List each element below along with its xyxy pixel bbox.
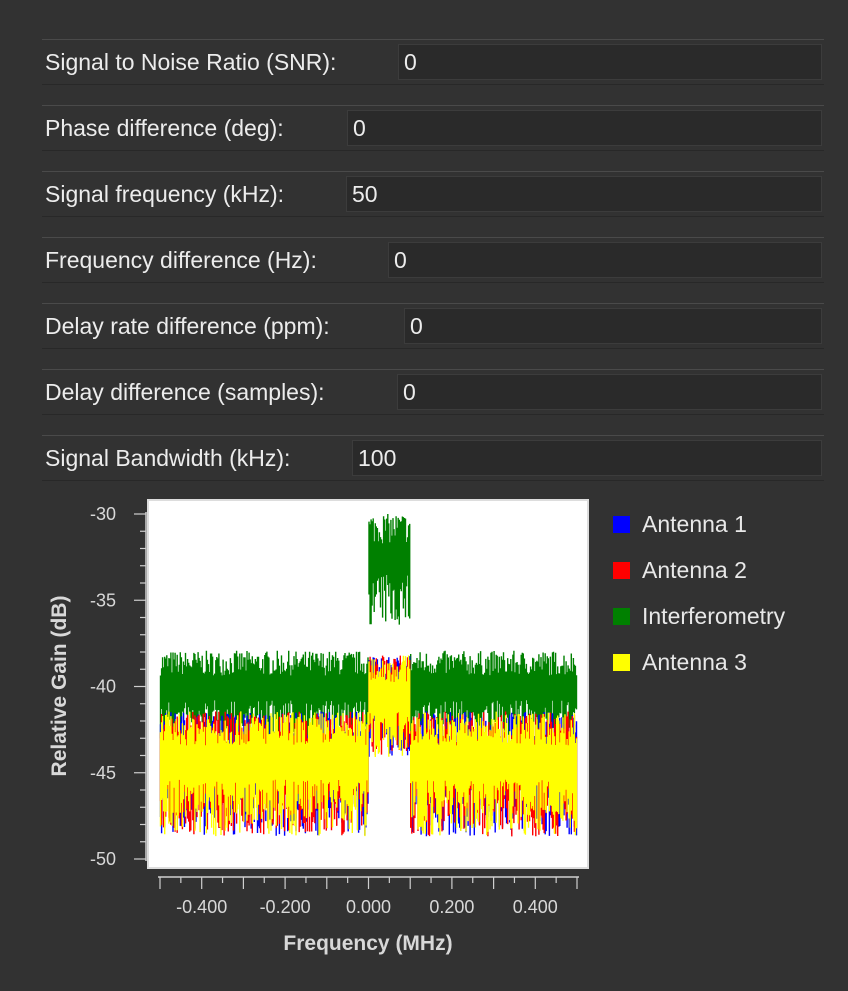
field-label: Signal to Noise Ratio (SNR): xyxy=(45,49,337,75)
y-axis: -30 -35 -40 -45 -50 xyxy=(90,504,147,869)
x-tick-label: -0.400 xyxy=(176,897,227,917)
legend-label: Antenna 3 xyxy=(642,649,747,675)
field-row: Phase difference (deg): 0 xyxy=(42,105,824,151)
field-label: Delay rate difference (ppm): xyxy=(45,313,330,339)
y-tick-label: -40 xyxy=(90,677,116,697)
y-tick-label: -45 xyxy=(90,763,116,783)
field-row: Signal to Noise Ratio (SNR): 0 xyxy=(42,39,824,85)
legend-label: Antenna 2 xyxy=(642,557,747,583)
y-tick-label: -50 xyxy=(90,849,116,869)
field-row: Delay difference (samples): 0 xyxy=(42,369,824,415)
legend-label: Antenna 1 xyxy=(642,511,747,537)
field-label: Delay difference (samples): xyxy=(45,379,325,405)
field-input[interactable]: 0 xyxy=(404,308,822,344)
field-row: Signal Bandwidth (kHz): 100 xyxy=(42,435,824,481)
field-row: Signal frequency (kHz): 50 xyxy=(42,171,824,217)
field-label: Signal frequency (kHz): xyxy=(45,181,285,207)
field-label: Phase difference (deg): xyxy=(45,115,284,141)
field-input[interactable]: 50 xyxy=(346,176,822,212)
legend-swatch xyxy=(613,516,630,533)
legend: Antenna 1 Antenna 2 Interferometry Antenna … xyxy=(613,511,786,675)
x-tick-label: 0.200 xyxy=(429,897,474,917)
x-tick-label: 0.400 xyxy=(513,897,558,917)
x-tick-label: -0.200 xyxy=(260,897,311,917)
y-tick-label: -30 xyxy=(90,504,116,524)
field-input[interactable]: 0 xyxy=(397,374,822,410)
spectrum-plot: -30 -35 -40 -45 -50 -0.400 -0.200 0.000 0.200 0.… xyxy=(48,499,786,955)
legend-swatch xyxy=(613,562,630,579)
x-axis-label: Frequency (MHz) xyxy=(283,932,452,955)
field-label: Frequency difference (Hz): xyxy=(45,247,317,273)
field-input[interactable]: 0 xyxy=(398,44,822,80)
x-axis: -0.400 -0.200 0.000 0.200 0.400 xyxy=(158,876,579,917)
legend-label: Interferometry xyxy=(642,603,786,629)
field-row: Frequency difference (Hz): 0 xyxy=(42,237,824,283)
y-axis-label: Relative Gain (dB) xyxy=(48,596,71,777)
legend-swatch xyxy=(613,654,630,671)
y-tick-label: -35 xyxy=(90,590,116,610)
field-label: Signal Bandwidth (kHz): xyxy=(45,445,291,471)
x-tick-label: 0.000 xyxy=(346,897,391,917)
field-input[interactable]: 0 xyxy=(347,110,822,146)
legend-swatch xyxy=(613,608,630,625)
field-row: Delay rate difference (ppm): 0 xyxy=(42,303,824,349)
field-input[interactable]: 100 xyxy=(352,440,822,476)
field-input[interactable]: 0 xyxy=(388,242,822,278)
